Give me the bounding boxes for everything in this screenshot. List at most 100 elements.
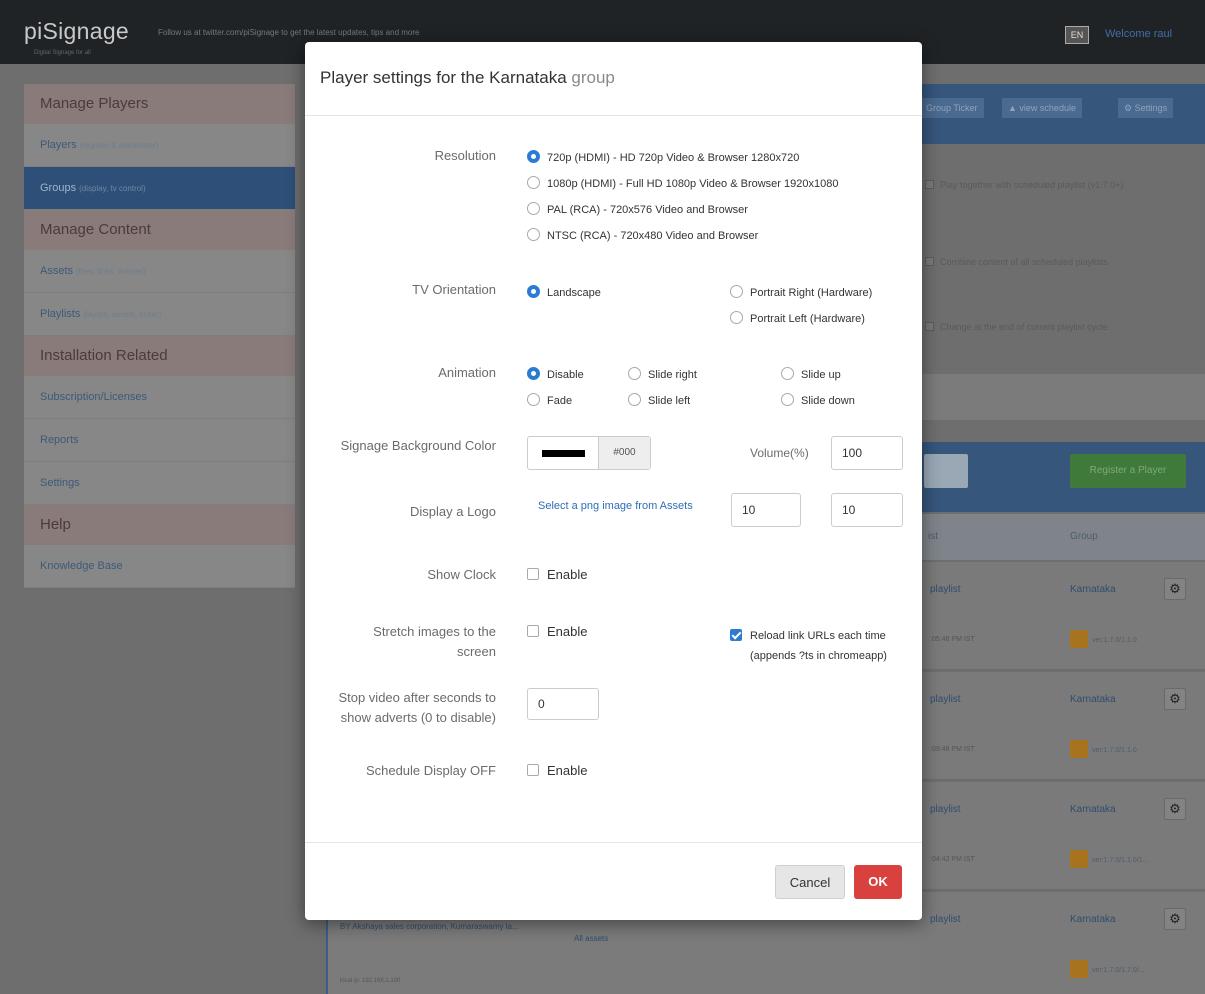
row-timestamp: :05:48 PM IST <box>930 636 975 643</box>
option-label: PAL (RCA) - 720x576 Video and Browser <box>547 204 748 216</box>
tagline-link[interactable]: Follow us at twitter.com/piSignage to ge… <box>158 28 419 37</box>
gear-icon[interactable]: ⚙ <box>1164 578 1186 600</box>
sidebar-item-knowledge-base[interactable]: Knowledge Base <box>24 545 295 588</box>
ok-button[interactable]: OK <box>854 865 902 899</box>
radio[interactable] <box>527 228 540 241</box>
option-label: Portrait Left (Hardware) <box>750 313 865 325</box>
reload-urls-option[interactable]: Reload link URLs each time (appends ?ts … <box>730 626 910 666</box>
radio[interactable] <box>527 393 540 406</box>
orientation-portrait-left[interactable]: Portrait Left (Hardware) <box>730 311 865 326</box>
group-ticker-button[interactable]: Group Ticker <box>920 98 984 118</box>
gear-icon[interactable]: ⚙ <box>1164 798 1186 820</box>
language-badge[interactable]: EN <box>1065 26 1089 44</box>
player-location: BY Akshaya sales corporation, Kumaraswam… <box>340 922 519 931</box>
player-settings-modal: Player settings for the Karnataka group … <box>305 42 922 920</box>
volume-input[interactable]: 100 <box>831 436 903 470</box>
brand-subtitle: Digital Signage for all <box>34 50 91 56</box>
player-icon <box>1070 960 1088 978</box>
row-playlist[interactable]: playlist <box>930 584 961 595</box>
animation-slide-down[interactable]: Slide down <box>781 393 855 408</box>
animation-fade[interactable]: Fade <box>527 393 572 408</box>
sidebar-item-players[interactable]: Players (register & administer) <box>24 124 295 167</box>
row-version-text: ver:1.7.0/1.1.0 <box>1092 747 1137 754</box>
resolution-1080p[interactable]: 1080p (HDMI) - Full HD 1080p Video & Bro… <box>527 176 838 191</box>
background-color-picker[interactable]: #000 <box>527 436 651 470</box>
gear-icon[interactable]: ⚙ <box>1164 688 1186 710</box>
radio-selected[interactable] <box>527 285 540 298</box>
option-play-together[interactable]: Play together with scheduled playlist (v… <box>925 178 1185 193</box>
radio-selected[interactable] <box>527 367 540 380</box>
register-player-button[interactable]: Register a Player <box>1070 454 1186 488</box>
show-clock-enable[interactable]: Enable <box>527 568 587 582</box>
sidebar-item-subscription[interactable]: Subscription/Licenses <box>24 376 295 419</box>
checkbox[interactable] <box>527 568 539 580</box>
logo-y-input[interactable]: 10 <box>831 493 903 527</box>
sidebar-item-reports[interactable]: Reports <box>24 419 295 462</box>
row-group[interactable]: Karnataka <box>1070 804 1116 815</box>
select-logo-link[interactable]: Select a png image from Assets <box>538 500 693 512</box>
radio[interactable] <box>628 367 641 380</box>
checkbox[interactable] <box>527 625 539 637</box>
row-group[interactable]: Karnataka <box>1070 914 1116 925</box>
radio[interactable] <box>781 393 794 406</box>
option-change-end[interactable]: Change at the end of current playlist cy… <box>925 320 1185 335</box>
option-combine[interactable]: Combine content of all scheduled playlis… <box>925 255 1185 270</box>
radio[interactable] <box>730 311 743 324</box>
radio[interactable] <box>628 393 641 406</box>
option-label: Disable <box>547 369 584 381</box>
animation-slide-left[interactable]: Slide left <box>628 393 690 408</box>
checkbox-checked[interactable] <box>730 629 742 641</box>
sidebar-item-settings[interactable]: Settings <box>24 462 295 505</box>
view-schedule-button[interactable]: ▲ view schedule <box>1002 98 1082 118</box>
sidebar-head-manage-players: Manage Players <box>24 84 295 124</box>
sidebar-item-assets[interactable]: Assets (files, links, notices) <box>24 250 295 293</box>
brand-logo[interactable]: piSignage <box>24 18 129 45</box>
orientation-portrait-right[interactable]: Portrait Right (Hardware) <box>730 285 872 300</box>
resolution-720p[interactable]: 720p (HDMI) - HD 720p Video & Browser 12… <box>527 150 799 165</box>
orientation-landscape[interactable]: Landscape <box>527 285 601 300</box>
option-label: Enable <box>547 763 588 778</box>
sidebar-item-playlists[interactable]: Playlists (layout, assets, ticker) <box>24 293 295 336</box>
cancel-button[interactable]: Cancel <box>775 865 845 899</box>
row-group[interactable]: Karnataka <box>1070 694 1116 705</box>
user-menu[interactable]: Welcome raul <box>1105 28 1172 40</box>
resolution-ntsc[interactable]: NTSC (RCA) - 720x480 Video and Browser <box>527 228 758 243</box>
stretch-images-enable[interactable]: Enable <box>527 625 587 639</box>
player-row-details: BY Akshaya sales corporation, Kumaraswam… <box>326 920 920 994</box>
stop-video-input[interactable]: 0 <box>527 688 599 720</box>
players-search-input[interactable] <box>924 454 968 488</box>
sidebar-item-groups[interactable]: Groups (display, tv control) <box>24 167 295 210</box>
sidebar-item-sub: (layout, assets, ticker) <box>83 310 162 319</box>
radio[interactable] <box>781 367 794 380</box>
animation-slide-up[interactable]: Slide up <box>781 367 841 382</box>
row-playlist[interactable]: playlist <box>930 694 961 705</box>
row-playlist[interactable]: playlist <box>930 804 961 815</box>
checkbox[interactable] <box>925 180 934 189</box>
option-label: Enable <box>547 567 588 582</box>
checkbox[interactable] <box>527 764 539 776</box>
radio[interactable] <box>730 285 743 298</box>
row-playlist[interactable]: playlist <box>930 914 961 925</box>
schedule-display-off-enable[interactable]: Enable <box>527 764 587 778</box>
radio-selected[interactable] <box>527 150 540 163</box>
sidebar-head-help: Help <box>24 505 295 545</box>
radio[interactable] <box>527 176 540 189</box>
row-version: ver:1.7.0/1.1.0 <box>1070 740 1137 758</box>
color-hex-value: #000 <box>598 437 650 469</box>
gear-icon[interactable]: ⚙ <box>1164 908 1186 930</box>
resolution-pal[interactable]: PAL (RCA) - 720x576 Video and Browser <box>527 202 748 217</box>
option-label: Reload link URLs each time (appends ?ts … <box>750 630 887 662</box>
player-playlist-select[interactable]: All assets <box>574 934 608 943</box>
radio[interactable] <box>527 202 540 215</box>
logo-x-input[interactable]: 10 <box>731 493 801 527</box>
row-group[interactable]: Karnataka <box>1070 584 1116 595</box>
checkbox[interactable] <box>925 322 934 331</box>
checkbox[interactable] <box>925 257 934 266</box>
row-version: ver:1.7.0/1.1.0/1... <box>1070 850 1148 868</box>
player-icon <box>1070 850 1088 868</box>
row-version-text: ver:1.7.0/1.1.0/1... <box>1092 857 1149 864</box>
option-label: 1080p (HDMI) - Full HD 1080p Video & Bro… <box>547 178 839 190</box>
animation-slide-right[interactable]: Slide right <box>628 367 697 382</box>
settings-button[interactable]: ⚙ Settings <box>1118 98 1174 118</box>
animation-disable[interactable]: Disable <box>527 367 584 382</box>
